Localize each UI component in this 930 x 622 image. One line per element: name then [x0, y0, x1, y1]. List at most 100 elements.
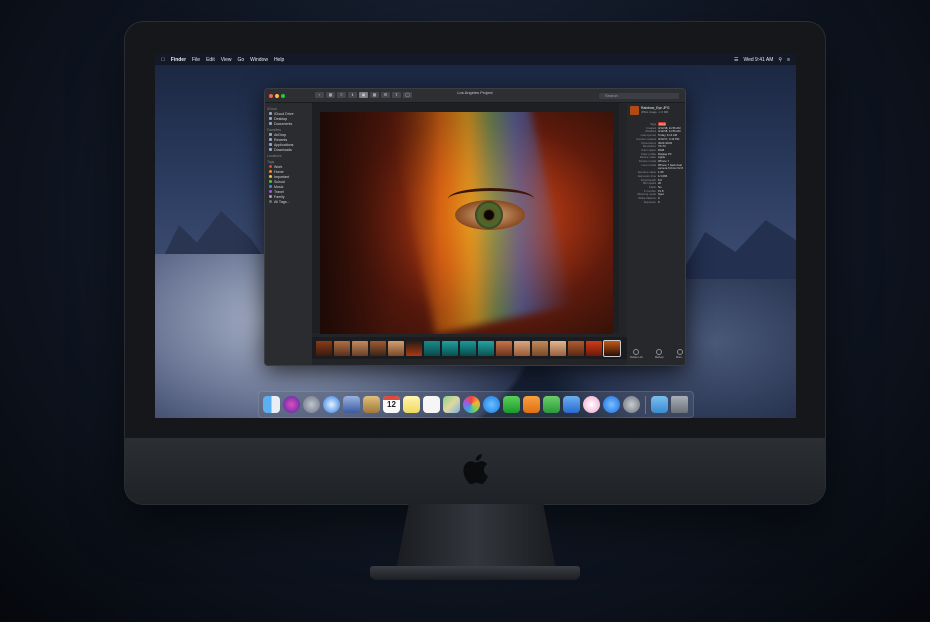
preview-image[interactable] [320, 112, 613, 334]
menu-file[interactable]: File [192, 57, 200, 63]
inspector-panel: Rainbow_Eye.JPG JPEG image - 1.6 MB Tags… [627, 103, 685, 365]
tag-label: Family [274, 194, 285, 199]
file-kind-size: JPEG image - 1.6 MB [641, 110, 669, 114]
tag-dot-icon [269, 185, 272, 188]
thumbnail[interactable] [478, 340, 494, 356]
cloud-icon [269, 112, 272, 115]
eyelid [448, 188, 534, 210]
menu-window[interactable]: Window [250, 57, 268, 63]
thumbnail[interactable] [442, 340, 458, 356]
thumbnail[interactable] [316, 340, 332, 356]
thumbnail[interactable] [352, 340, 368, 356]
tag-dot-icon [269, 165, 272, 168]
more-icon [676, 349, 683, 355]
pages-icon[interactable] [523, 396, 540, 413]
more-button[interactable]: More... [676, 349, 684, 359]
thumbnail[interactable] [334, 340, 350, 356]
thumbnail[interactable] [586, 340, 602, 356]
apple-menu-icon[interactable]:  [161, 57, 165, 63]
sidebar-section-locations: Locations [267, 154, 282, 158]
rotate-left-icon [633, 349, 640, 355]
menu-help[interactable]: Help [274, 57, 284, 63]
sidebar-item-downloads[interactable]: Downloads [267, 147, 310, 152]
sidebar-item-label: iCloud Drive [274, 111, 294, 116]
apple-logo-icon [463, 453, 488, 485]
calendar-day: 12 [387, 400, 396, 409]
contacts-icon[interactable] [343, 396, 360, 413]
tag-dot-icon [269, 190, 272, 193]
rotate-left-button[interactable]: Rotate Left [630, 349, 643, 359]
menu-bar:  Finder File Edit View Go Window Help ☰… [155, 54, 796, 65]
launchpad-icon[interactable] [303, 396, 320, 413]
thumbnail-selected[interactable] [603, 339, 621, 357]
action-label: Markup [654, 356, 664, 359]
desktop-icon [269, 117, 272, 120]
keynote-icon[interactable] [563, 396, 580, 413]
metadata-value: 0 [658, 199, 660, 204]
gallery-preview [312, 103, 619, 334]
thumbnail[interactable] [406, 340, 422, 356]
downloads-folder-icon[interactable] [651, 396, 668, 413]
stickies-icon[interactable] [403, 396, 420, 413]
screen:  Finder File Edit View Go Window Help ☰… [155, 54, 796, 418]
thumbnail[interactable] [568, 340, 584, 356]
app-store-icon[interactable] [603, 396, 620, 413]
thumbnail[interactable] [514, 340, 530, 356]
sidebar-item-label: Documents [274, 121, 293, 126]
dock: 12 [258, 391, 694, 418]
applications-icon [269, 143, 272, 146]
maps-icon[interactable] [443, 396, 460, 413]
trash-icon[interactable] [671, 396, 688, 413]
notes-book-icon[interactable] [363, 396, 380, 413]
sidebar-tag-all-tags[interactable]: All Tags... [267, 199, 310, 204]
action-label: Rotate Left [630, 356, 643, 359]
safari-icon[interactable] [323, 396, 340, 413]
tag-label: Home [274, 169, 284, 174]
sidebar-item-label: AirDrop [274, 132, 287, 137]
finder-icon[interactable] [263, 396, 280, 413]
thumbnail[interactable] [550, 340, 566, 356]
menu-go[interactable]: Go [237, 57, 244, 63]
menu-view[interactable]: View [221, 57, 232, 63]
airdrop-icon [269, 133, 272, 136]
sidebar-item-documents[interactable]: Documents [267, 121, 310, 126]
thumbnail[interactable] [460, 340, 476, 356]
markup-icon [656, 349, 663, 355]
imac-stand [396, 504, 556, 570]
sidebar: iCloud iCloud Drive Desktop Documents Fa… [265, 103, 312, 365]
thumbnail[interactable] [370, 340, 386, 356]
metadata-list: Created 4/12/18, 11:56 AM Modified 4/12/18,… [630, 126, 684, 205]
wifi-icon[interactable]: ☰ [734, 57, 738, 63]
thumbnail[interactable] [388, 340, 404, 356]
reminders-icon[interactable] [423, 396, 440, 413]
calendar-icon[interactable]: 12 [383, 396, 400, 413]
system-preferences-icon[interactable] [623, 396, 640, 413]
inspector-header: Rainbow_Eye.JPG JPEG image - 1.6 MB [630, 106, 684, 115]
menu-edit[interactable]: Edit [206, 57, 215, 63]
title-bar: ‹ ▦ ≡ ‖ ▣ ▦ ⚙ ⇧ ◯ Los Angeles Project Se… [265, 89, 685, 103]
tag-dot-icon [269, 180, 272, 183]
tag-label: Work [274, 164, 283, 169]
thumbnail[interactable] [532, 340, 548, 356]
document-icon [269, 122, 272, 125]
menu-clock[interactable]: Wed 9:41 AM [743, 57, 773, 63]
tag-label: Music [274, 184, 284, 189]
download-icon [269, 148, 272, 151]
hair-shadow [320, 112, 440, 334]
itunes-icon[interactable] [583, 396, 600, 413]
facetime-icon[interactable] [503, 396, 520, 413]
numbers-icon[interactable] [543, 396, 560, 413]
messages-icon[interactable] [483, 396, 500, 413]
search-input[interactable]: Search [599, 93, 679, 99]
menu-app-name[interactable]: Finder [171, 57, 186, 63]
thumbnail[interactable] [496, 340, 512, 356]
photos-icon[interactable] [463, 396, 480, 413]
thumbnail[interactable] [424, 340, 440, 356]
list-icon[interactable]: ≡ [787, 57, 790, 63]
siri-icon[interactable] [283, 396, 300, 413]
markup-button[interactable]: Markup [655, 349, 664, 359]
sidebar-item-label: Recents [274, 137, 288, 142]
tag-dot-icon [269, 175, 272, 178]
search-icon[interactable]: ⚲ [778, 57, 782, 63]
sidebar-item-label: Downloads [274, 147, 292, 152]
